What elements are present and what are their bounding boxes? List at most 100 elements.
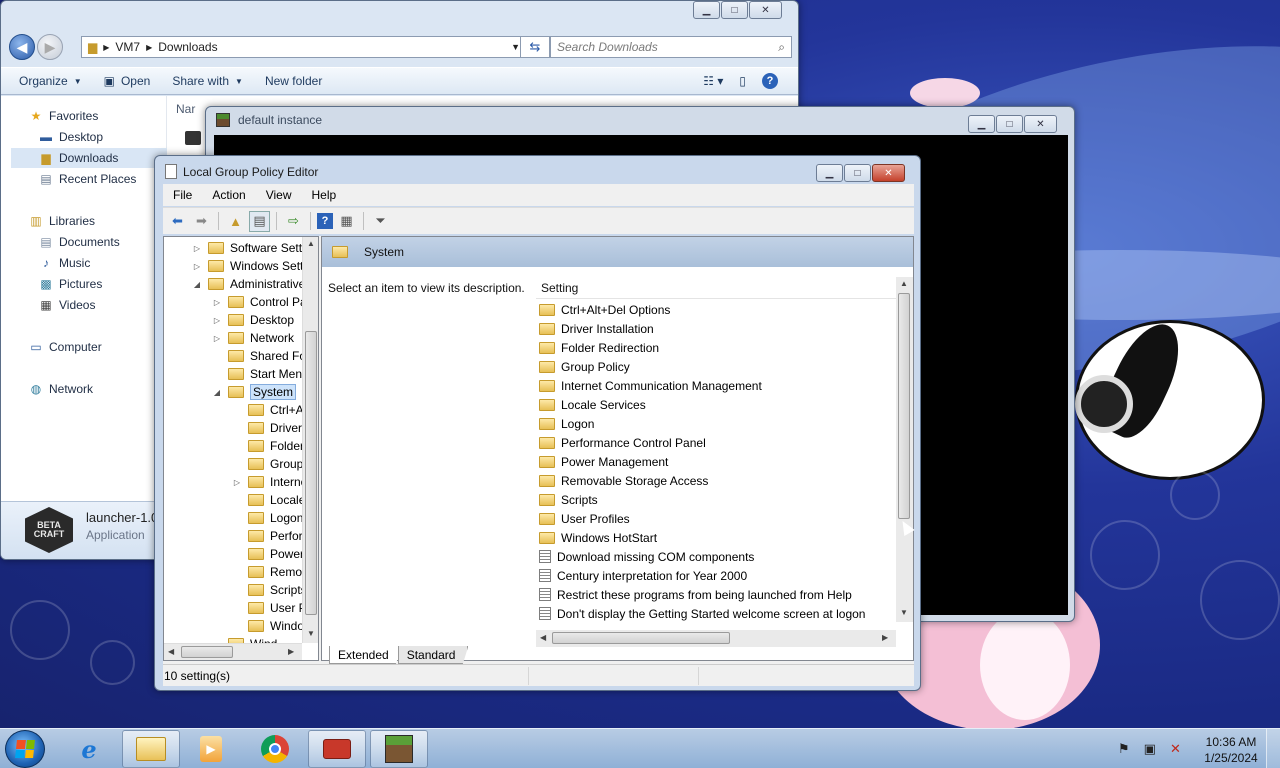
clock[interactable]: 10:36 AM 1/25/2024 (1196, 734, 1266, 766)
setting-folder-row[interactable]: Folder Redirection (539, 338, 659, 357)
setting-folder-row[interactable]: Ctrl+Alt+Del Options (539, 300, 670, 319)
export-list-icon[interactable]: ⇨ (283, 211, 304, 232)
scroll-right-icon[interactable]: ▶ (288, 647, 294, 656)
minimize-button[interactable]: ▁ (816, 164, 843, 182)
address-bar[interactable]: ▆ ▶ VM7 ▶ Downloads ▼ (81, 36, 525, 58)
setting-folder-row[interactable]: Driver Installation (539, 319, 654, 338)
tree-item[interactable]: Locale (232, 491, 305, 509)
setting-folder-row[interactable]: Performance Control Panel (539, 433, 706, 452)
minimize-button[interactable]: ▁ (693, 1, 720, 19)
scroll-down-icon[interactable]: ▼ (900, 608, 908, 617)
setting-folder-row[interactable]: Windows HotStart (539, 528, 657, 547)
nav-music[interactable]: ♪ Music (37, 253, 167, 273)
taskbar-windows-explorer[interactable] (122, 730, 180, 768)
nav-downloads[interactable]: ▆ Downloads (11, 148, 167, 168)
maximize-button[interactable]: □ (996, 115, 1023, 133)
close-button[interactable]: ✕ (749, 1, 782, 19)
list-vertical-scrollbar[interactable]: ▲ ▼ (896, 277, 913, 622)
search-input[interactable]: Search Downloads ⌕ (550, 36, 792, 58)
tree-item[interactable]: Driver I (232, 419, 309, 437)
nav-pictures[interactable]: ▩ Pictures (37, 274, 167, 294)
scrollbar-thumb[interactable] (898, 293, 910, 519)
properties-icon[interactable]: ▦ (336, 211, 357, 232)
close-button[interactable]: ✕ (872, 164, 905, 182)
setting-folder-row[interactable]: Internet Communication Management (539, 376, 762, 395)
tree-item[interactable]: ▷ Desktop (212, 311, 294, 329)
menu-action[interactable]: Action (202, 188, 255, 202)
forward-button[interactable]: ▶ (37, 34, 63, 60)
column-header-setting[interactable]: Setting (536, 277, 896, 299)
tree-item[interactable]: Folder (232, 437, 304, 455)
scroll-up-icon[interactable]: ▲ (900, 279, 908, 288)
tab-extended[interactable]: Extended (329, 646, 402, 664)
tree-item[interactable]: Windo (232, 617, 304, 635)
preview-pane-icon[interactable]: ▯ (739, 74, 746, 88)
tree-item[interactable]: User Pr (232, 599, 311, 617)
filter-icon[interactable]: ⏷ (370, 211, 391, 232)
nav-desktop[interactable]: ▬ Desktop (37, 127, 167, 147)
nav-recent-places[interactable]: ▤ Recent Places (37, 169, 167, 189)
network-icon[interactable]: ▣ (1144, 741, 1156, 757)
tab-standard[interactable]: Standard (397, 646, 469, 664)
expand-arrow-icon[interactable]: ▷ (212, 298, 222, 307)
setting-folder-row[interactable]: Power Management (539, 452, 668, 471)
setting-folder-row[interactable]: Group Policy (539, 357, 630, 376)
setting-policy-row[interactable]: Download missing COM components (539, 547, 754, 566)
expand-arrow-icon[interactable]: ◢ (212, 388, 222, 397)
expand-arrow-icon[interactable]: ◢ (192, 280, 202, 289)
list-horizontal-scrollbar[interactable]: ◀ ▶ (536, 630, 896, 647)
tree-item[interactable]: Group (232, 455, 303, 473)
nav-videos[interactable]: ▦ Videos (37, 295, 167, 315)
setting-policy-row[interactable]: Don't display the Getting Started welcom… (539, 604, 865, 623)
tree-item[interactable]: ▷ Interne (232, 473, 307, 491)
tree-item[interactable]: ▷ Windows Sett (192, 257, 303, 275)
organize-button[interactable]: Organize ▼ (19, 74, 82, 88)
group-policy-editor-window[interactable]: Local Group Policy Editor ▁ □ ✕ File Act… (154, 155, 921, 691)
tree-item[interactable]: ◢ System (212, 383, 297, 401)
taskbar-minecraft[interactable] (370, 730, 428, 768)
tree-item[interactable]: Power (232, 545, 304, 563)
scroll-down-icon[interactable]: ▼ (307, 629, 315, 638)
expand-arrow-icon[interactable]: ▷ (232, 478, 242, 487)
file-icon[interactable] (185, 131, 201, 145)
column-header-name[interactable]: Nar (176, 102, 195, 116)
dropdown-arrow-icon[interactable]: ▼ (511, 42, 520, 52)
scrollbar-thumb[interactable] (181, 646, 233, 658)
minimize-button[interactable]: ▁ (968, 115, 995, 133)
help-icon[interactable]: ? (762, 73, 778, 89)
tree-item[interactable]: Remov (232, 563, 308, 581)
action-center-flag-icon[interactable]: ⚑ (1118, 741, 1130, 757)
tree-item[interactable]: Shared Fol (212, 347, 309, 365)
setting-policy-row[interactable]: Century interpretation for Year 2000 (539, 566, 747, 585)
tree-item[interactable]: ▷ Control Pa (212, 293, 307, 311)
menu-file[interactable]: File (163, 188, 202, 202)
taskbar-group-policy[interactable] (308, 730, 366, 768)
back-arrow-icon[interactable]: ⬅ (167, 211, 188, 232)
refresh-button[interactable]: ⇆ (520, 36, 550, 58)
taskbar-internet-explorer[interactable]: e (60, 730, 118, 768)
tree-vertical-scrollbar[interactable]: ▲ ▼ (302, 237, 318, 643)
maximize-button[interactable]: □ (844, 164, 871, 182)
tree-horizontal-scrollbar[interactable]: ◀ ▶ (164, 643, 302, 660)
setting-folder-row[interactable]: Locale Services (539, 395, 646, 414)
setting-policy-row[interactable]: Restrict these programs from being launc… (539, 585, 852, 604)
open-button[interactable]: ▣ Open (104, 74, 151, 88)
expand-arrow-icon[interactable]: ▷ (212, 316, 222, 325)
tree-item[interactable]: Scripts (232, 581, 307, 599)
scroll-right-icon[interactable]: ▶ (882, 633, 888, 642)
expand-arrow-icon[interactable]: ▷ (192, 262, 202, 271)
scroll-up-icon[interactable]: ▲ (307, 239, 315, 248)
breadcrumb-vm7[interactable]: VM7 (115, 40, 140, 54)
nav-favorites[interactable]: ★ Favorites (27, 106, 193, 126)
scroll-left-icon[interactable]: ◀ (168, 647, 174, 656)
expand-arrow-icon[interactable]: ▷ (212, 334, 222, 343)
show-desktop-button[interactable] (1266, 729, 1280, 768)
expand-arrow-icon[interactable]: ▷ (192, 244, 202, 253)
tree-item[interactable]: ▷ Network (212, 329, 294, 347)
menu-view[interactable]: View (256, 188, 302, 202)
taskbar-media-player[interactable]: ▶ (182, 730, 240, 768)
help-icon[interactable]: ? (317, 213, 333, 229)
breadcrumb-downloads[interactable]: Downloads (158, 40, 217, 54)
new-folder-button[interactable]: New folder (265, 74, 322, 88)
start-button[interactable] (5, 730, 45, 768)
